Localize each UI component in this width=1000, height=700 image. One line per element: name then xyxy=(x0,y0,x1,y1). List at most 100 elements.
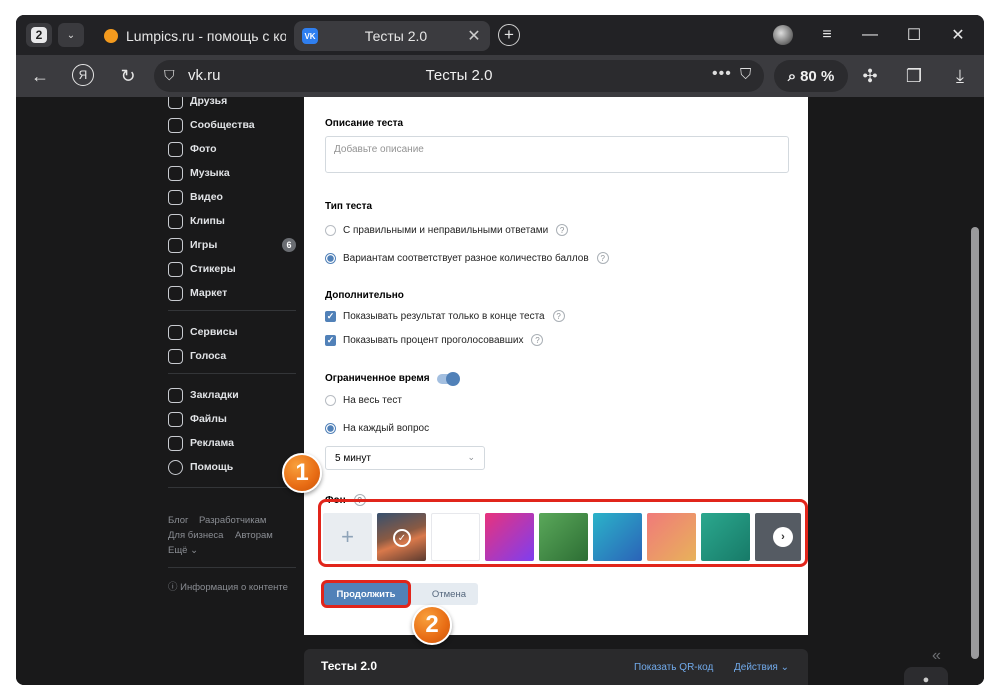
collapse-icon[interactable]: « xyxy=(932,647,941,665)
time-option-whole-test[interactable]: На весь тест xyxy=(325,395,402,406)
sidebar-item-bookmarks[interactable]: Закладки xyxy=(168,385,239,405)
lumpics-favicon-icon xyxy=(104,29,118,43)
sidebar-item-ads[interactable]: Реклама xyxy=(168,433,234,453)
tab-title: Lumpics.ru - помощь с ко xyxy=(126,28,286,44)
help-icon[interactable]: ? xyxy=(596,252,609,264)
sidebar-item-friends[interactable]: Друзья xyxy=(168,97,227,111)
continue-button[interactable]: Продолжить xyxy=(324,583,408,605)
sidebar-item-help[interactable]: Помощь xyxy=(168,457,233,477)
bookmark-icon[interactable]: ⛉ xyxy=(740,66,751,83)
sidebar-item-label: Друзья xyxy=(190,97,228,107)
minimize-icon[interactable]: — xyxy=(856,23,884,47)
test-type-label: Тип теста xyxy=(325,201,373,212)
more-icon[interactable]: ••• xyxy=(712,65,732,83)
description-label: Описание теста xyxy=(325,118,404,129)
type-option-points[interactable]: Вариантам соответствует разное количеств… xyxy=(325,252,609,264)
radio-button[interactable] xyxy=(325,395,336,406)
reload-icon[interactable]: ↻ xyxy=(116,64,140,88)
type-option-right-wrong[interactable]: С правильными и неправильными ответами ? xyxy=(325,224,569,236)
test-form-panel: Описание теста Добавьте описание Тип тес… xyxy=(304,97,808,635)
sidebar-item-label: Помощь xyxy=(190,461,234,473)
actions-link[interactable]: Действия ⌄ xyxy=(734,662,789,673)
checkbox-checked[interactable]: ✓ xyxy=(325,310,336,322)
radio-button-selected[interactable] xyxy=(325,423,336,434)
divider xyxy=(168,310,296,311)
address-bar[interactable]: ⛉ vk.ru Тесты 2.0 ••• ⛉ xyxy=(154,60,764,92)
chat-icon[interactable]: ● xyxy=(904,667,948,685)
limited-time-toggle[interactable] xyxy=(437,372,460,386)
zoom-button[interactable]: ⌕ 80 % xyxy=(774,60,848,92)
sidebar-item-market[interactable]: Маркет xyxy=(168,283,227,303)
footer-link-content-info[interactable]: ⓘ Информация о контенте xyxy=(168,579,288,593)
footer-link-authors[interactable]: Авторам xyxy=(235,530,273,541)
sidebar-item-stickers[interactable]: Стикеры xyxy=(168,259,236,279)
sidebar-item-games[interactable]: Игры xyxy=(168,235,217,255)
sidebar-item-votes[interactable]: Голоса xyxy=(168,346,226,366)
sidebar-item-services[interactable]: Сервисы xyxy=(168,322,238,342)
friends-icon xyxy=(168,97,183,109)
scrollbar[interactable] xyxy=(966,97,984,685)
bottom-bar: Тесты 2.0 Показать QR-код Действия ⌄ xyxy=(304,649,808,685)
divider xyxy=(168,567,296,568)
sidebar-item-label: Файлы xyxy=(190,413,227,425)
sidebar-item-files[interactable]: Файлы xyxy=(168,409,227,429)
help-icon[interactable]: ? xyxy=(552,310,565,322)
show-qr-link[interactable]: Показать QR-код xyxy=(634,662,713,673)
tab-list-chevron-icon[interactable]: ⌄ xyxy=(58,23,84,47)
new-tab-button[interactable]: + xyxy=(498,24,520,46)
sidebar-item-clips[interactable]: Клипы xyxy=(168,211,225,231)
footer-link-blog[interactable]: Блог xyxy=(168,515,189,526)
footer-link-more[interactable]: Ещё ⌄ xyxy=(168,545,198,556)
help-icon[interactable]: ? xyxy=(531,334,544,346)
sidebar-item-video[interactable]: Видео xyxy=(168,187,223,207)
photo-icon xyxy=(168,141,183,157)
radio-button[interactable] xyxy=(325,224,336,236)
extensions-icon[interactable]: ✣ xyxy=(858,64,882,88)
scrollbar-thumb[interactable] xyxy=(971,227,979,659)
time-select[interactable]: 5 минут ⌄ xyxy=(325,446,485,470)
bookmarks-icon xyxy=(168,387,183,403)
tab-close-icon[interactable]: ✕ xyxy=(464,26,484,46)
cancel-button[interactable]: Отмена xyxy=(408,583,478,605)
collections-icon[interactable]: ❐ xyxy=(902,64,926,88)
profile-avatar[interactable] xyxy=(773,25,793,45)
bottom-bar-title: Тесты 2.0 xyxy=(321,659,378,673)
address-toolbar: ← Я ↻ ⛉ vk.ru Тесты 2.0 ••• ⛉ ⌕ 80 % ✣ ❐… xyxy=(16,55,984,97)
option-label: Показывать процент проголосовавших xyxy=(343,334,524,346)
download-icon[interactable]: ⤓ xyxy=(948,64,972,88)
option-label: Показывать результат только в конце тест… xyxy=(343,310,545,322)
page-content: Друзья Сообщества Фото Музыка Видео Клип… xyxy=(16,97,984,685)
sidebar-item-communities[interactable]: Сообщества xyxy=(168,115,255,135)
sidebar-item-label: Голоса xyxy=(190,350,227,362)
description-input[interactable]: Добавьте описание xyxy=(325,136,789,173)
divider xyxy=(168,487,296,488)
market-icon xyxy=(168,285,183,301)
tab-vk-tests[interactable]: VK Тесты 2.0 ✕ xyxy=(294,21,490,51)
music-icon xyxy=(168,165,183,181)
sidebar-item-label: Сервисы xyxy=(190,326,238,338)
vk-favicon-icon: VK xyxy=(302,28,318,44)
sidebar-item-label: Стикеры xyxy=(190,263,236,275)
sidebar-item-music[interactable]: Музыка xyxy=(168,163,230,183)
tab-count-button[interactable]: 2 xyxy=(26,23,52,47)
close-window-icon[interactable]: ✕ xyxy=(944,23,972,47)
sidebar-item-label: Игры xyxy=(190,239,218,251)
checkbox-show-result-at-end[interactable]: ✓ Показывать результат только в конце те… xyxy=(325,310,565,322)
time-option-each-question[interactable]: На каждый вопрос xyxy=(325,423,429,434)
tab-title: Тесты 2.0 xyxy=(364,28,428,44)
yandex-icon[interactable]: Я xyxy=(72,64,94,86)
tab-lumpics[interactable]: Lumpics.ru - помощь с ко xyxy=(96,21,286,51)
footer-link-developers[interactable]: Разработчикам xyxy=(199,515,266,526)
checkbox-show-percent[interactable]: ✓ Показывать процент проголосовавших ? xyxy=(325,334,544,346)
option-label: Вариантам соответствует разное количеств… xyxy=(343,252,589,264)
help-icon[interactable]: ? xyxy=(556,224,569,236)
radio-button-selected[interactable] xyxy=(325,252,336,264)
sidebar-item-photo[interactable]: Фото xyxy=(168,139,217,159)
maximize-icon[interactable]: ☐ xyxy=(900,23,928,47)
checkbox-checked[interactable]: ✓ xyxy=(325,334,336,346)
additional-label: Дополнительно xyxy=(325,290,404,301)
footer-link-business[interactable]: Для бизнеса xyxy=(168,530,223,541)
back-icon[interactable]: ← xyxy=(28,64,52,88)
option-label: С правильными и неправильными ответами xyxy=(343,224,549,236)
menu-icon[interactable]: ≡ xyxy=(813,23,841,47)
